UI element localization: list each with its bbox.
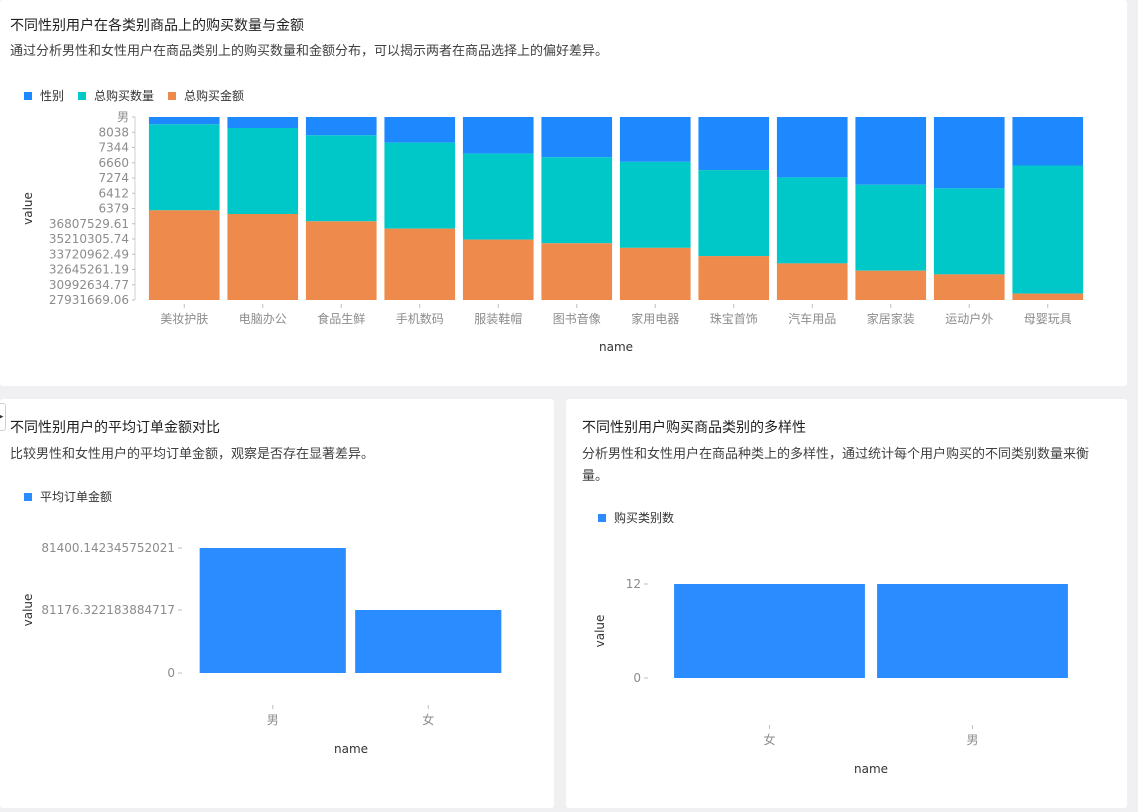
x-tick-label: 运动户外 (945, 311, 993, 326)
bar-segment (619, 161, 691, 248)
bar-segment (855, 270, 927, 300)
bar-segment (541, 243, 613, 300)
y-tick-label: 32645261.19 (49, 263, 129, 277)
bar-chart: 0 12 女 男 name value (593, 577, 1068, 776)
x-axis-title: name (854, 762, 888, 776)
y-axis-title: value (21, 594, 35, 627)
y-tick-label: 7344 (98, 141, 129, 155)
x-tick-label: 图书音像 (553, 311, 601, 326)
bar-segment (384, 228, 456, 300)
x-tick-label: 汽车用品 (788, 311, 836, 326)
stacked-bar-chart: 男8038 7344666072746412 637936807529.613521… (21, 110, 1084, 354)
y-tick-label: 30992634.77 (49, 278, 129, 292)
bar-segment (776, 117, 848, 178)
bar-segment (462, 153, 534, 240)
y-tick-label: 27931669.06 (49, 293, 129, 307)
y-tick-label: 8038 (98, 125, 129, 139)
y-axis-title: value (21, 192, 35, 225)
bar-segment (619, 117, 691, 162)
x-axis-title: name (334, 742, 368, 756)
bar-segment (227, 213, 299, 300)
bar-segment (462, 117, 534, 154)
bar-segment (855, 184, 927, 271)
bar-segment (698, 170, 770, 257)
y-tick-label: 0 (167, 666, 175, 680)
y-tick-label: 6412 (98, 186, 129, 200)
bar (877, 584, 1068, 678)
x-tick-label: 男 (966, 733, 978, 747)
bar-segment (1012, 293, 1084, 300)
bar-segment (933, 188, 1005, 275)
bar-segment (855, 117, 927, 185)
bar-segment (619, 247, 691, 300)
y-tick-label: 6660 (98, 156, 129, 170)
x-tick-label: 珠宝首饰 (710, 312, 758, 326)
bar (355, 610, 502, 673)
x-tick-label: 女 (422, 712, 434, 727)
bar-chart: 0 81176.322183884717 81400.142345752021 男 女 n… (21, 541, 502, 756)
x-tick-label: 美妆护肤 (160, 311, 208, 326)
bar-segment (541, 157, 613, 244)
bar (199, 548, 346, 673)
bar-segment (1012, 117, 1084, 166)
y-tick-label: 0 (633, 671, 641, 685)
bar-segment (384, 142, 456, 229)
y-tick-label: 81176.322183884717 (41, 603, 175, 617)
y-tick-label: 36807529.61 (49, 217, 129, 231)
bar-segment (698, 117, 770, 171)
bar-segment (776, 263, 848, 300)
x-tick-label: 家居家装 (867, 311, 915, 326)
bar-segment (305, 135, 377, 222)
bar-segment (776, 177, 848, 264)
bar-segment (227, 117, 299, 128)
bar (674, 584, 865, 678)
x-tick-label: 男 (267, 713, 279, 727)
bar-segment (1012, 165, 1084, 294)
y-tick-label: 7274 (98, 171, 129, 185)
x-tick-label: 食品生鲜 (317, 311, 365, 326)
bar-segment (305, 117, 377, 136)
bar-segment (305, 221, 377, 300)
bar-segment (384, 117, 456, 143)
chart-card-gender-category: 不同性别用户在各类别商品上的购买数量与金额 通过分析男性和女性用户在商品类别上的… (0, 0, 1127, 386)
y-axis-title: value (593, 615, 607, 648)
bar-segment (148, 210, 220, 300)
y-tick-label: 81400.142345752021 (41, 541, 175, 555)
y-tick-label: 33720962.49 (49, 247, 129, 261)
x-tick-label: 女 (763, 732, 775, 747)
bar-segment (227, 127, 299, 214)
x-tick-label: 母婴玩具 (1024, 312, 1072, 326)
bar-segment (148, 117, 220, 125)
y-tick-label: 男 (117, 110, 129, 124)
bar-segment (933, 274, 1005, 300)
chart-card-avg-order: 不同性别用户的平均订单金额对比 比较男性和女性用户的平均订单金额，观察是否存在显… (0, 399, 554, 808)
bar-segment (698, 256, 770, 300)
x-axis-title: name (599, 340, 633, 354)
bar-segment (462, 239, 534, 300)
bar-segment (148, 124, 220, 211)
bar-segment (541, 117, 613, 158)
y-tick-label: 35210305.74 (49, 232, 129, 246)
x-tick-label: 服装鞋帽 (474, 311, 522, 326)
bar-segment (933, 117, 1005, 189)
x-tick-label: 手机数码 (396, 311, 444, 326)
chart-card-category-diversity: 不同性别用户购买商品类别的多样性 分析男性和女性用户在商品种类上的多样性，通过统… (566, 399, 1127, 808)
y-tick-label: 12 (626, 577, 641, 591)
y-tick-label: 6379 (98, 202, 129, 216)
x-tick-label: 家用电器 (631, 311, 679, 326)
collapse-handle-icon[interactable]: ▶ (0, 403, 6, 431)
x-tick-label: 电脑办公 (239, 311, 287, 326)
